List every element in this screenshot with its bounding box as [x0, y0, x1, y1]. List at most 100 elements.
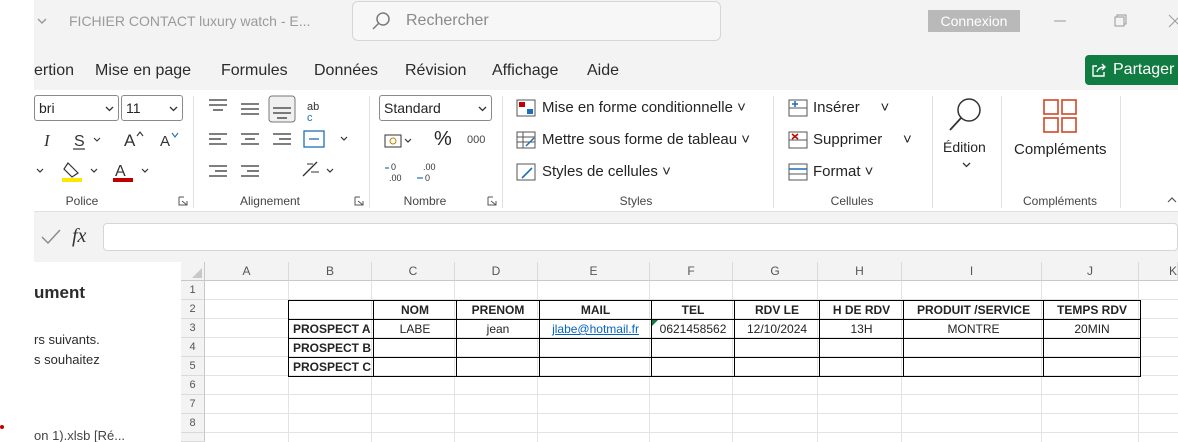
table-cell[interactable]: [456, 338, 541, 358]
row-header-1[interactable]: 1: [181, 281, 205, 300]
table-cell[interactable]: [651, 357, 736, 377]
table-cell[interactable]: [819, 357, 905, 377]
delete-cells-button[interactable]: Supprimer ˅: [813, 131, 912, 148]
table-cell[interactable]: MONTRE: [903, 319, 1045, 339]
add-ins-button[interactable]: Compléments: [1014, 141, 1107, 158]
font-size-combo[interactable]: 11: [121, 95, 183, 121]
collapse-ribbon-icon[interactable]: [1166, 194, 1178, 206]
cell-b2[interactable]: [287, 300, 375, 320]
insert-cells-button[interactable]: Insérer ˅: [813, 99, 889, 116]
header-cell-h-de-rdv[interactable]: H DE RDV: [819, 300, 905, 320]
header-cell-temps-rdv[interactable]: TEMPS RDV: [1043, 300, 1142, 320]
table-cell[interactable]: [903, 338, 1045, 358]
header-cell-prenom[interactable]: PRENOM: [456, 300, 541, 320]
column-header-h[interactable]: H: [818, 262, 902, 281]
row-label-cell[interactable]: PROSPECT C: [287, 357, 375, 377]
table-cell[interactable]: [1043, 338, 1142, 358]
table-cell[interactable]: LABE: [373, 319, 458, 339]
row-header-6[interactable]: 6: [181, 376, 205, 395]
conditional-format-icon: [516, 99, 536, 117]
table-cell[interactable]: [539, 338, 653, 358]
tab-affichage[interactable]: Affichage: [492, 62, 558, 80]
number-format-combo[interactable]: Standard: [379, 95, 492, 121]
column-header-a[interactable]: A: [205, 262, 289, 281]
share-button[interactable]: Partager: [1085, 55, 1178, 85]
dialog-launcher-icon[interactable]: [354, 196, 364, 206]
column-header-c[interactable]: C: [372, 262, 455, 281]
search-icon[interactable]: [946, 96, 986, 136]
select-all-corner[interactable]: [181, 262, 205, 281]
decimal-buttons-icon[interactable]: 0 .00 .00 0: [383, 160, 443, 184]
column-header-k[interactable]: K: [1139, 262, 1178, 281]
column-header-e[interactable]: E: [538, 262, 650, 281]
table-cell[interactable]: 13H: [819, 319, 905, 339]
header-cell-tel[interactable]: TEL: [651, 300, 736, 320]
row-header-5[interactable]: 5: [181, 357, 205, 376]
email-link-cell[interactable]: jlabe@hotmail.fr: [539, 319, 653, 339]
pane-file-link[interactable]: on 1).xlsb [Ré...: [34, 428, 125, 442]
close-icon[interactable]: [1166, 12, 1178, 30]
check-icon[interactable]: [40, 228, 62, 246]
tab-mise-en-page[interactable]: Mise en page: [95, 62, 191, 80]
tab-revision[interactable]: Révision: [405, 62, 466, 80]
phone-value: 0621458562: [659, 322, 727, 336]
formula-input[interactable]: [103, 223, 1178, 251]
restore-icon[interactable]: [1111, 12, 1129, 30]
dialog-launcher-icon[interactable]: [178, 196, 188, 206]
header-cell-produit-service[interactable]: PRODUIT /SERVICE: [903, 300, 1045, 320]
edition-button[interactable]: Édition: [943, 139, 986, 155]
row-label-cell[interactable]: PROSPECT A: [287, 319, 375, 339]
table-cell[interactable]: [539, 357, 653, 377]
table-cell[interactable]: [903, 357, 1045, 377]
table-cell[interactable]: 20MIN: [1043, 319, 1142, 339]
table-cell[interactable]: [373, 357, 458, 377]
email-link[interactable]: jlabe@hotmail.fr: [552, 322, 639, 336]
add-ins-icon[interactable]: [1042, 98, 1078, 134]
table-cell[interactable]: [651, 338, 736, 358]
row-header-9[interactable]: [181, 433, 205, 442]
column-header-i[interactable]: I: [902, 262, 1042, 281]
tab-aide[interactable]: Aide: [587, 62, 619, 80]
conditional-format-button[interactable]: Mise en forme conditionnelle ˅: [542, 99, 746, 116]
row-header-2[interactable]: 2: [181, 300, 205, 319]
row-label-cell[interactable]: PROSPECT B: [287, 338, 375, 358]
table-cell[interactable]: [456, 357, 541, 377]
row-header-3[interactable]: 3: [181, 319, 205, 338]
column-header-f[interactable]: F: [650, 262, 733, 281]
font-name-combo[interactable]: bri: [34, 95, 119, 121]
table-cell[interactable]: 12/10/2024: [734, 319, 821, 339]
thousands-button[interactable]: 000: [467, 134, 485, 146]
column-header-g[interactable]: G: [733, 262, 818, 281]
cell-styles-button[interactable]: Styles de cellules ˅: [542, 163, 671, 180]
table-cell[interactable]: [373, 338, 458, 358]
table-cell[interactable]: 0621458562: [651, 319, 736, 339]
chevron-down-icon[interactable]: [35, 12, 49, 30]
tab-formules[interactable]: Formules: [221, 62, 288, 80]
table-cell[interactable]: [1043, 357, 1142, 377]
header-cell-rdv-le[interactable]: RDV LE: [734, 300, 821, 320]
minimize-icon[interactable]: [1051, 12, 1069, 30]
table-cell[interactable]: jean: [456, 319, 541, 339]
row-header-4[interactable]: 4: [181, 338, 205, 357]
table-format-button[interactable]: Mettre sous forme de tableau ˅: [542, 131, 750, 148]
dialog-launcher-icon[interactable]: [487, 196, 497, 206]
tab-donnees[interactable]: Données: [314, 62, 378, 80]
percent-button[interactable]: %: [434, 128, 452, 151]
column-header-d[interactable]: D: [455, 262, 538, 281]
table-cell[interactable]: [734, 338, 821, 358]
column-header-b[interactable]: B: [289, 262, 372, 281]
connexion-button[interactable]: Connexion: [928, 10, 1020, 32]
fx-icon[interactable]: fx: [72, 225, 86, 248]
column-header-j[interactable]: J: [1042, 262, 1139, 281]
table-cell[interactable]: [734, 357, 821, 377]
row-header-7[interactable]: 7: [181, 395, 205, 414]
header-cell-nom[interactable]: NOM: [373, 300, 458, 320]
search-box[interactable]: Rechercher: [352, 1, 721, 41]
window-title: FICHIER CONTACT luxury watch - E...: [69, 13, 311, 29]
table-cell[interactable]: [819, 338, 905, 358]
accounting-format-icon[interactable]: [383, 130, 413, 152]
format-cells-button[interactable]: Format ˅: [813, 163, 873, 180]
header-cell-mail[interactable]: MAIL: [539, 300, 653, 320]
tab-insertion[interactable]: ertion: [34, 62, 74, 80]
row-header-8[interactable]: 8: [181, 414, 205, 433]
